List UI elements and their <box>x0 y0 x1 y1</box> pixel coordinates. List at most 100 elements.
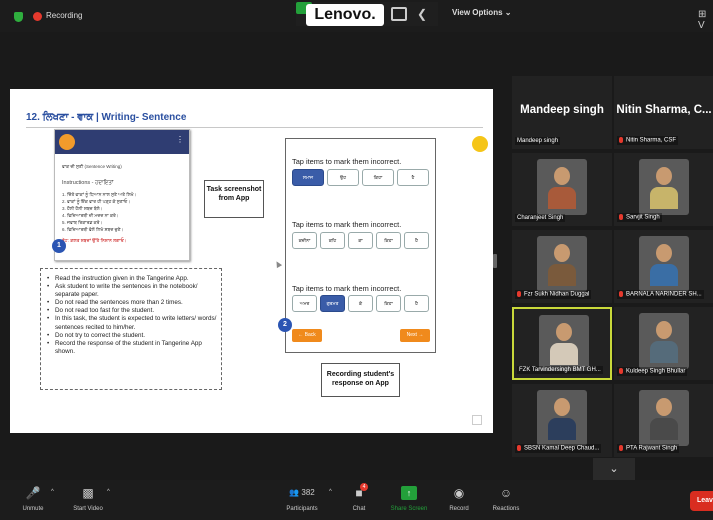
chat-button[interactable]: ■ 4 Chat <box>346 483 372 512</box>
mic-muted-icon <box>619 368 623 375</box>
word-chip: ਕਹਿ <box>320 232 345 249</box>
slide-corner-marker <box>472 415 482 425</box>
mouse-cursor-icon <box>273 259 283 269</box>
participant-tile[interactable]: Charanjeet Singh <box>512 153 612 226</box>
participant-face <box>656 167 672 185</box>
leave-button[interactable]: Leav <box>690 491 713 511</box>
participant-name-text: PTA Rajwant Singh <box>626 446 678 452</box>
chevron-down-icon: ⌄ <box>504 8 512 17</box>
app-line: 3. ਹੌਲੀ ਹੌਲੀ ਸ਼ਬਦ ਬੋਲੋ। <box>62 206 103 211</box>
participant-tile[interactable]: Kuldeep Singh Bhullar <box>614 307 713 380</box>
participant-body <box>650 418 678 440</box>
participant-body <box>650 264 678 286</box>
video-off-icon: ▩ <box>82 486 94 500</box>
app-screenshot: ⋮ ਵਾਕ ਦੀ ਸੁਣੀ (Sentence Writing) Instruc… <box>54 129 190 261</box>
chevron-up-icon[interactable]: ^ <box>329 489 332 495</box>
sharer-brand-label: Lenovo. <box>306 4 384 26</box>
participant-name-text: Fzr Sukh Nidhan Duggal <box>524 292 590 298</box>
participant-display-name: Nitin Sharma, C... <box>616 104 712 116</box>
pointer-dot <box>472 136 488 152</box>
chat-badge: 4 <box>360 483 368 491</box>
app-line: 5. ਜਵਾਬ ਰਿਕਾਰਡ ਕਰੋ। <box>62 220 103 225</box>
reactions-button[interactable]: ☺ Reactions <box>487 486 525 512</box>
participant-video <box>639 159 689 215</box>
participant-name-label: Charanjeet Singh <box>515 214 566 222</box>
participant-display-name: Mandeep singh <box>520 104 604 116</box>
app-logo-icon <box>59 134 75 150</box>
participant-video <box>639 313 689 369</box>
start-video-button[interactable]: ▩ Start Video <box>66 486 110 512</box>
participant-face <box>656 321 672 339</box>
participant-name-text: BARNALA NARINDER SH... <box>626 292 702 298</box>
app-note-line: ਨੋਟ: ਗ਼ਲਤ ਸ਼ਬਦਾਂ ਉੱਤੇ ਨਿਸ਼ਾਨ ਲਗਾਓ। <box>62 238 127 243</box>
participant-name-text: SBSN Kamal Deep Chaud... <box>524 446 600 452</box>
resize-handle[interactable] <box>493 254 497 268</box>
share-screen-button[interactable]: ↑ Share Screen <box>386 486 432 512</box>
participant-video <box>639 390 689 446</box>
participant-face <box>554 167 570 185</box>
participant-face <box>554 398 570 416</box>
chevron-up-icon[interactable]: ^ <box>51 489 54 495</box>
app-instructions-heading: Instructions - ਹਦਾਇਤਾਂ <box>62 180 114 186</box>
gallery-view-button[interactable]: ⊞ V <box>698 9 713 31</box>
participant-name-label: Mandeep singh <box>515 137 561 145</box>
mic-muted-icon <box>619 214 623 221</box>
participant-name-text: Nitin Sharma, CSF <box>626 138 677 144</box>
zoom-meeting-window: Recording Lenovo. ❮ View Options ⌄ ⊞ V 1… <box>0 0 713 520</box>
list-item: Do not try to correct the student. <box>47 332 219 340</box>
word-chip: ਹੈ <box>397 169 429 186</box>
instructions-list: Read the instruction given in the Tanger… <box>47 275 219 356</box>
shared-screen-slide: 12. ਲਿਖਣਾ - ਵਾਕ | Writing- Sentence ⋮ ਵਾ… <box>10 89 493 433</box>
unmute-button[interactable]: 🎤 Unmute <box>18 486 48 512</box>
participants-button[interactable]: 👥 382 Participants <box>280 486 324 512</box>
mic-off-icon: 🎤 <box>25 486 41 500</box>
chevron-down-icon[interactable]: ⌄ <box>593 458 635 480</box>
participant-body <box>548 264 576 286</box>
word-chip: ਉਹ <box>327 169 359 186</box>
chevron-up-icon[interactable]: ^ <box>107 489 110 495</box>
participant-name-text: Charanjeet Singh <box>517 215 564 221</box>
participant-tile[interactable]: Sarvjit Singh <box>614 153 713 226</box>
participant-gallery: Mandeep singh Mandeep singh Nitin Sharma, … <box>512 76 713 458</box>
chevron-left-icon[interactable]: ❮ <box>414 7 430 21</box>
participant-tile[interactable]: FZK Tarvindersingh BMT GH... <box>512 307 612 380</box>
window-icon[interactable] <box>391 7 407 21</box>
record-icon: ◉ <box>453 486 465 500</box>
word-chip: ਹੈ <box>404 295 429 312</box>
participant-tile[interactable]: PTA Rajwant Singh <box>614 384 713 457</box>
list-item: In this task, the student is expected to… <box>47 315 219 331</box>
participant-name-label: Kuldeep Singh Bhullar <box>617 367 688 376</box>
list-item: Ask student to write the sentences in th… <box>47 283 219 299</box>
tap-instruction: Tap items to mark them incorrect. <box>292 220 402 229</box>
record-button[interactable]: ◉ Record <box>444 486 474 512</box>
participant-tile[interactable]: Nitin Sharma, C... Nitin Sharma, CSF <box>614 76 713 149</box>
participant-tile[interactable]: SBSN Kamal Deep Chaud... <box>512 384 612 457</box>
app-line: 6. ਵਿਦਿਆਰਥੀ ਵੱਲੋਂ ਲਿਖੇ ਸ਼ਬਦ ਚੁਣੋ। <box>62 227 124 232</box>
recording-response-label: Recording student's response on App <box>321 363 400 397</box>
security-shield-icon[interactable] <box>14 12 23 22</box>
chat-icon: ■ 4 <box>351 483 368 500</box>
participant-name-label: PTA Rajwant Singh <box>617 444 680 453</box>
list-item: Record the response of the student in Ta… <box>47 340 219 356</box>
participant-video <box>537 390 587 446</box>
participant-tile[interactable]: Mandeep singh Mandeep singh <box>512 76 612 149</box>
participant-body <box>650 187 678 209</box>
participant-name-label: SBSN Kamal Deep Chaud... <box>515 444 602 453</box>
list-item: Do not read too fast for the student. <box>47 307 219 315</box>
participant-body <box>650 341 678 363</box>
participant-tile[interactable]: Fzr Sukh Nidhan Duggal <box>512 230 612 303</box>
recording-icon <box>33 12 42 21</box>
participant-name-label: Nitin Sharma, CSF <box>617 136 679 145</box>
app-line: 4. ਵਿਦਿਆਰਥੀ ਦੀ ਮਦਦ ਨਾ ਕਰੋ। <box>62 213 119 218</box>
participant-tile[interactable]: BARNALA NARINDER SH... <box>614 230 713 303</box>
word-chip: ਸਮਾਜ <box>292 169 324 186</box>
view-options-menu[interactable]: View Options ⌄ <box>452 8 511 17</box>
participants-icon: 👥 382 <box>289 488 315 497</box>
title-divider <box>26 127 483 128</box>
top-bar: Recording Lenovo. ❮ View Options ⌄ ⊞ V <box>0 0 713 32</box>
word-chip: ਕਾ <box>348 232 373 249</box>
next-button: Next → <box>400 329 430 342</box>
participant-name-label: BARNALA NARINDER SH... <box>617 290 704 299</box>
participant-name-label: Fzr Sukh Nidhan Duggal <box>515 290 592 299</box>
participant-face <box>656 244 672 262</box>
